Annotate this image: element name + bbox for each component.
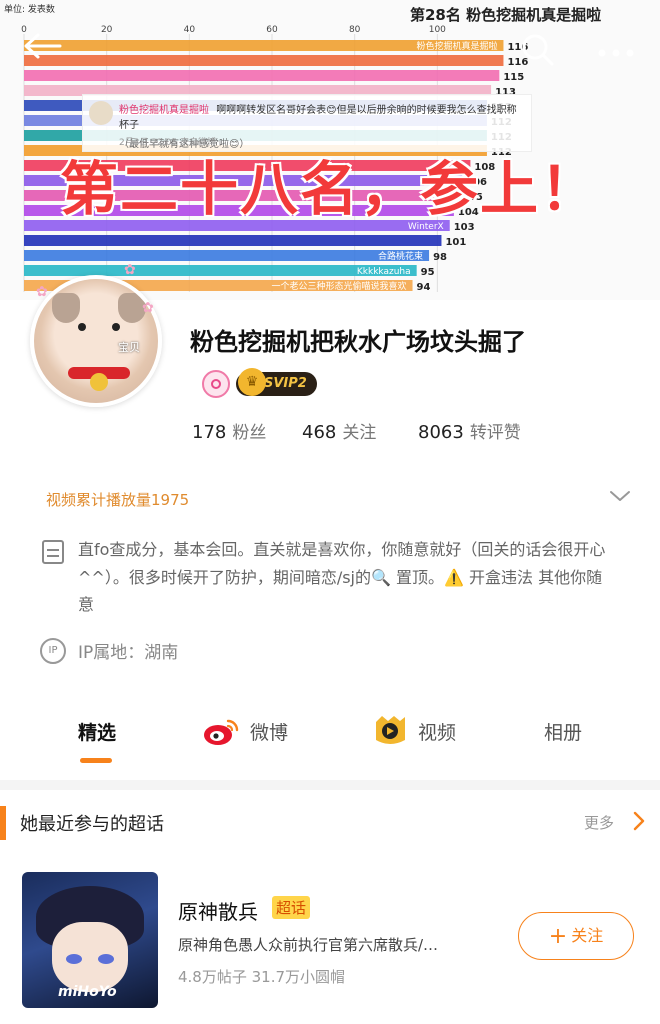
ip-location: IP属地：湖南 xyxy=(78,643,179,663)
tab-album[interactable]: 相册 xyxy=(544,718,582,745)
following-count: 468 xyxy=(302,422,337,443)
flower-decoration-icon: ✿ xyxy=(124,262,136,278)
topic-stats: 4.8万帖子 31.7万小圆帽 xyxy=(178,968,346,986)
super-topic-tag: 超话 xyxy=(272,896,311,919)
chart-bar xyxy=(24,250,430,261)
chart-value-label: 101 xyxy=(445,237,466,248)
cover-eye xyxy=(66,954,82,964)
section-accent-bar xyxy=(0,806,6,840)
profile-banner: 020406080100粉色挖掘机真是掘啦1161161151131121121… xyxy=(0,0,660,300)
cover-face xyxy=(52,922,128,992)
video-play-icon xyxy=(376,716,405,744)
tab-weibo[interactable]: 微博 xyxy=(250,718,288,745)
member-badge-icon[interactable] xyxy=(202,370,230,398)
back-button[interactable] xyxy=(22,30,62,70)
following-label: 关注 xyxy=(342,423,377,443)
expand-button[interactable] xyxy=(608,484,632,508)
chart-x-tick: 100 xyxy=(429,25,446,35)
chevron-down-icon xyxy=(610,491,630,501)
fans-stat[interactable]: 178 粉丝 xyxy=(192,418,266,443)
avatar-eye xyxy=(112,323,120,331)
chart-bar-label: 合路桃花束 xyxy=(378,250,423,262)
avatar-label: 宝贝 xyxy=(118,341,140,354)
chevron-right-icon[interactable] xyxy=(632,810,646,837)
chart-value-label: 98 xyxy=(433,252,447,263)
avatar-eye xyxy=(78,323,86,331)
rank-overlay-text: 第二十八名，参上！ xyxy=(60,155,601,223)
document-icon xyxy=(42,540,64,564)
search-icon xyxy=(522,34,554,66)
tab-video[interactable]: 视频 xyxy=(418,718,456,745)
more-button[interactable] xyxy=(596,36,636,66)
section-more-link[interactable]: 更多 xyxy=(584,812,614,833)
search-button[interactable] xyxy=(520,32,556,76)
avatar-ear xyxy=(52,293,80,323)
ip-icon: IP xyxy=(40,638,66,664)
chart-bar-label: 一个老公三种形态光偷喵说我喜欢 xyxy=(272,280,407,292)
topic-name[interactable]: 原神散兵 xyxy=(178,896,258,925)
section-divider xyxy=(0,780,660,790)
reactions-count: 8063 xyxy=(418,422,464,443)
reactions-stat[interactable]: 8063 转评赞 xyxy=(418,418,521,443)
cover-logo: miHoYo xyxy=(58,984,117,1000)
svip-badge[interactable]: ♛ SVIP2 xyxy=(236,368,317,396)
topic-description: 原神角色愚人众前执行官第六席散兵/… xyxy=(178,936,439,954)
chart-rank-title: 第28名 粉色挖掘机真是掘啦 xyxy=(410,6,602,24)
plus-icon: + xyxy=(548,924,568,949)
chart-value-label: 94 xyxy=(417,282,431,293)
comment-avatar xyxy=(89,101,113,125)
chart-bar xyxy=(24,55,504,66)
more-dots-icon xyxy=(598,49,634,57)
comment-author: 粉色挖掘机真是掘啦 xyxy=(119,105,209,116)
flower-decoration-icon: ✿ xyxy=(142,300,154,316)
chart-bar xyxy=(24,235,442,246)
video-plays-count: 视频累计播放量1975 xyxy=(46,491,190,509)
chart-value-label: 95 xyxy=(421,267,435,278)
reactions-label: 转评赞 xyxy=(469,423,521,443)
chart-bar-label: Kkkkkazuha xyxy=(357,267,411,277)
fans-count: 178 xyxy=(192,422,227,443)
arrow-left-icon xyxy=(24,33,62,59)
profile-name: 粉色挖掘机把秋水广场坟头掘了 xyxy=(190,328,526,356)
cover-eye xyxy=(98,954,114,964)
svip-label: SVIP2 xyxy=(264,376,307,391)
chart-bar-label: 粉色挖掘机真是掘啦 xyxy=(416,40,497,52)
weibo-icon xyxy=(204,719,239,745)
fans-label: 粉丝 xyxy=(232,423,267,443)
chart-x-tick: 20 xyxy=(101,25,113,35)
flower-decoration-icon: ✿ xyxy=(36,284,48,300)
follow-topic-button[interactable]: + 关注 xyxy=(518,912,634,960)
follow-label: 关注 xyxy=(571,926,604,945)
chart-x-tick: 60 xyxy=(266,25,278,35)
chart-x-tick: 80 xyxy=(349,25,361,35)
active-tab-indicator xyxy=(80,758,112,763)
tab-featured[interactable]: 精选 xyxy=(78,718,116,745)
avatar-bell xyxy=(90,373,108,391)
chart-unit-label: 单位: 发表数 xyxy=(4,5,55,15)
profile-bio: 直fo查成分，基本会回。直关就是喜欢你，你随意就好（回关的话会很开心^^）。很多… xyxy=(78,540,606,614)
chart-x-tick: 40 xyxy=(184,25,196,35)
crown-icon: ♛ xyxy=(238,368,266,396)
chart-bar xyxy=(24,70,500,81)
topic-cover-image[interactable]: miHoYo xyxy=(22,872,158,1008)
following-stat[interactable]: 468 关注 xyxy=(302,418,376,443)
avatar[interactable]: 宝贝 xyxy=(30,275,162,407)
section-title: 她最近参与的超话 xyxy=(20,814,164,835)
